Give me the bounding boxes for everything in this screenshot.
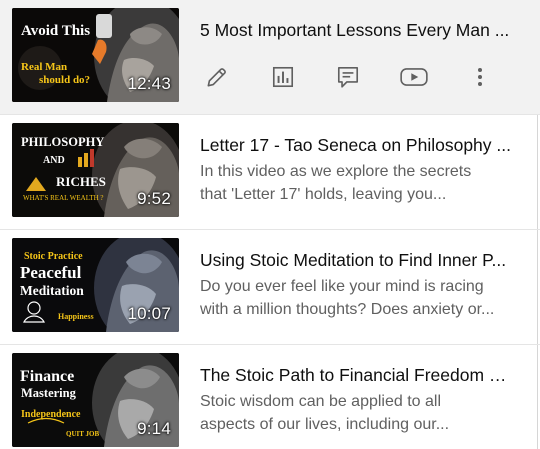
- view-on-youtube-button[interactable]: [397, 60, 431, 94]
- duration-badge: 10:07: [127, 304, 171, 323]
- description-line: that 'Letter 17' holds, leaving you...: [200, 186, 447, 203]
- video-description: Stoic wisdom can be applied to all aspec…: [200, 390, 516, 436]
- video-description: Do you ever feel like your mind is racin…: [200, 275, 516, 321]
- comments-button[interactable]: [331, 60, 365, 94]
- description-line: In this video as we explore the secrets: [200, 163, 472, 180]
- more-options-button[interactable]: [463, 60, 497, 94]
- thumbnail-caption: Happiness: [58, 312, 94, 321]
- thumbnail-caption: Stoic Practice: [24, 251, 83, 262]
- description-line: aspects of our lives, including our...: [200, 416, 450, 433]
- video-thumbnail[interactable]: Stoic Practice Peaceful Meditation Happi…: [12, 238, 179, 332]
- description-line: with a million thoughts? Does anxiety or…: [200, 301, 495, 318]
- thumbnail-caption: should do?: [39, 74, 91, 86]
- thumbnail-caption: QUIT JOB: [66, 430, 100, 438]
- bar-chart-icon: [272, 66, 294, 88]
- duration-badge: 9:52: [137, 189, 171, 208]
- video-title[interactable]: 5 Most Important Lessons Every Man ...: [200, 20, 516, 41]
- thumbnail-caption: RICHES: [56, 174, 106, 189]
- description-line: Stoic wisdom can be applied to all: [200, 393, 442, 410]
- video-row[interactable]: Avoid This Real Man should do? 12:43 5 M…: [0, 0, 540, 115]
- thumbnail-caption: Real Man: [21, 61, 68, 73]
- video-title[interactable]: Using Stoic Meditation to Find Inner P..…: [200, 250, 516, 271]
- thumbnail-caption: Finance: [20, 368, 75, 385]
- video-thumbnail[interactable]: PHILOSOPHY AND RICHES WHAT'S REAL WEALTH…: [12, 123, 179, 217]
- comment-icon: [337, 66, 359, 88]
- edit-button[interactable]: [200, 60, 234, 94]
- thumbnail-caption: Meditation: [20, 283, 84, 298]
- thumbnail-caption: AND: [43, 155, 65, 166]
- more-vert-icon: [478, 68, 482, 86]
- thumbnail-caption: WHAT'S REAL WEALTH ?: [23, 194, 104, 202]
- video-row[interactable]: Stoic Practice Peaceful Meditation Happi…: [0, 230, 540, 345]
- video-row[interactable]: PHILOSOPHY AND RICHES WHAT'S REAL WEALTH…: [0, 115, 540, 230]
- play-icon: [400, 68, 428, 86]
- duration-badge: 9:14: [137, 419, 171, 438]
- thumbnail-caption: Independence: [21, 409, 81, 420]
- duration-badge: 12:43: [127, 74, 171, 93]
- video-thumbnail[interactable]: Avoid This Real Man should do? 12:43: [12, 8, 179, 102]
- video-title[interactable]: Letter 17 - Tao Seneca on Philosophy ...: [200, 135, 516, 156]
- description-line: Do you ever feel like your mind is racin…: [200, 278, 484, 295]
- analytics-button[interactable]: [266, 60, 300, 94]
- video-thumbnail[interactable]: Finance Mastering Independence QUIT JOB …: [12, 353, 179, 447]
- thumbnail-caption: PHILOSOPHY: [21, 135, 105, 149]
- video-row[interactable]: Finance Mastering Independence QUIT JOB …: [0, 345, 540, 449]
- thumbnail-caption: Peaceful: [20, 263, 82, 282]
- video-title[interactable]: The Stoic Path to Financial Freedom R...: [200, 365, 516, 386]
- thumbnail-caption: Mastering: [21, 386, 76, 400]
- thumbnail-caption: Avoid This: [21, 23, 91, 39]
- video-description: In this video as we explore the secrets …: [200, 160, 516, 206]
- pencil-icon: [207, 68, 226, 87]
- row-actions: [200, 60, 500, 94]
